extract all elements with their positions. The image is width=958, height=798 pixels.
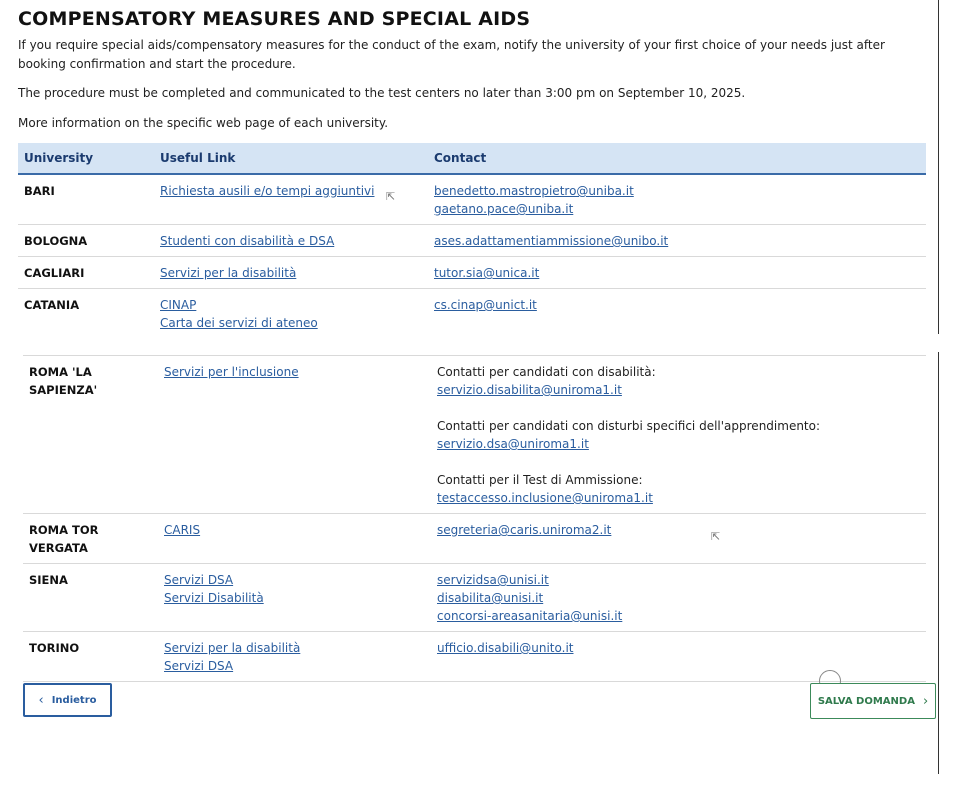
useful-link[interactable]: Servizi per l'inclusione [164,363,425,381]
useful-link[interactable]: Servizi per la disabilità [164,639,425,657]
contact-email[interactable]: cs.cinap@unict.it [434,296,920,314]
contact-email[interactable]: servizidsa@unisi.it [437,571,920,589]
useful-link[interactable]: Servizi DSA [164,657,425,675]
table-row: BOLOGNA Studenti con disabilità e DSA as… [18,224,926,257]
more-info-text: More information on the specific web pag… [18,116,389,130]
university-name: ROMA TOR VERGATA [23,513,158,564]
table-row: CATANIA CINAP Carta dei servizi di atene… [18,288,926,339]
contact-email[interactable]: ufficio.disabili@unito.it [437,639,920,657]
contact-email[interactable]: servizio.dsa@uniroma1.it [437,435,920,453]
universities-table-continued: ROMA 'LA SAPIENZA' Servizi per l'inclusi… [23,355,926,682]
university-name: SIENA [23,563,158,632]
contact-label: Contatti per candidati con disturbi spec… [437,419,821,433]
mouse-cursor-icon: ⇱ [711,530,721,543]
useful-link[interactable]: Richiesta ausili e/o tempi aggiuntivi [160,182,422,200]
save-application-button[interactable]: SALVA DOMANDA › [810,683,936,719]
useful-link[interactable]: CARIS [164,521,425,539]
contact-email[interactable]: segreteria@caris.uniroma2.it [437,521,920,539]
university-name: TORINO [23,631,158,682]
useful-link[interactable]: CINAP [160,296,422,314]
header-university: University [18,143,154,175]
useful-link[interactable]: Servizi DSA [164,571,425,589]
university-name: BARI [18,174,154,225]
page-title: COMPENSATORY MEASURES AND SPECIAL AIDS [18,8,531,30]
contact-email[interactable]: tutor.sia@unica.it [434,264,920,282]
chevron-right-icon: › [922,693,929,709]
top-panel: COMPENSATORY MEASURES AND SPECIAL AIDS I… [0,0,939,339]
useful-link[interactable]: Servizi per la disabilità [160,264,422,282]
universities-table: University Useful Link Contact BARI Rich… [18,143,926,339]
contact-email[interactable]: disabilita@unisi.it [437,589,920,607]
contact-email[interactable]: gaetano.pace@uniba.it [434,200,920,218]
contact-email[interactable]: ases.adattamentiammissione@unibo.it [434,232,920,250]
screenshot-gap [0,334,958,352]
table-row: TORINO Servizi per la disabilità Servizi… [23,631,926,682]
university-name: CATANIA [18,288,154,339]
contact-label: Contatti per il Test di Ammissione: [437,473,643,487]
contact-email[interactable]: servizio.disabilita@uniroma1.it [437,381,920,399]
header-useful-link: Useful Link [154,143,428,175]
deadline-text: The procedure must be completed and comm… [18,86,746,100]
table-row: ROMA 'LA SAPIENZA' Servizi per l'inclusi… [23,355,926,514]
useful-link[interactable]: Servizi Disabilità [164,589,425,607]
header-contact: Contact [428,143,926,175]
contact-email[interactable]: testaccesso.inclusione@uniroma1.it [437,489,920,507]
university-name: BOLOGNA [18,224,154,257]
table-row: SIENA Servizi DSA Servizi Disabilità ser… [23,563,926,632]
contact-email[interactable]: concorsi-areasanitaria@unisi.it [437,607,920,625]
university-name: CAGLIARI [18,256,154,289]
intro-text: If you require special aids/compensatory… [18,38,885,71]
table-row: ROMA TOR VERGATA CARIS segreteria@caris.… [23,513,926,564]
university-name: ROMA 'LA SAPIENZA' [23,355,158,514]
save-button-label: SALVA DOMANDA [817,695,915,707]
useful-link[interactable]: Studenti con disabilità e DSA [160,232,422,250]
back-button-label: Indietro [51,694,97,706]
useful-link[interactable]: Carta dei servizi di ateneo [160,314,422,332]
contact-email[interactable]: benedetto.mastropietro@uniba.it [434,182,920,200]
mouse-cursor-icon: ⇱ [386,190,396,203]
back-button[interactable]: ‹ Indietro [23,683,112,717]
chevron-left-icon: ‹ [38,692,44,708]
table-header-row: University Useful Link Contact [18,143,926,175]
contact-label: Contatti per candidati con disabilità: [437,365,656,379]
table-row: CAGLIARI Servizi per la disabilità tutor… [18,256,926,289]
table-row: BARI Richiesta ausili e/o tempi aggiunti… [18,174,926,225]
